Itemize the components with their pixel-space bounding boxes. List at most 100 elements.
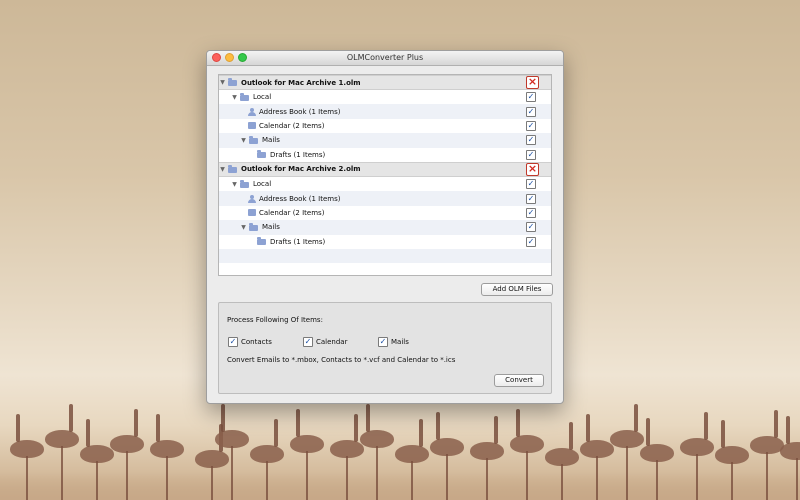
flamingo-neck <box>419 419 423 447</box>
flamingo-leg <box>731 462 733 500</box>
archive-name: Outlook for Mac Archive 1.olm <box>241 78 361 87</box>
disclosure-triangle-icon[interactable]: ▼ <box>231 181 238 188</box>
mails-option[interactable]: ✓ Mails <box>378 337 409 347</box>
tree-row-label: Drafts (1 Items) <box>270 237 326 246</box>
mails-checkbox[interactable]: ✓ <box>378 337 388 347</box>
disclosure-triangle-icon[interactable]: ▼ <box>219 79 226 86</box>
flamingo-neck <box>221 404 225 432</box>
flamingo-leg <box>231 446 233 500</box>
flamingo-leg <box>61 446 63 500</box>
window-controls <box>212 53 247 62</box>
include-checkbox[interactable]: ✓ <box>526 236 536 247</box>
folder-icon <box>249 222 259 231</box>
flamingo-leg <box>526 451 528 500</box>
calendar-label: Calendar <box>316 338 348 346</box>
tree-row-label: Address Book (1 Items) <box>259 194 341 203</box>
flamingo-neck <box>86 419 90 447</box>
calendar-checkbox[interactable]: ✓ <box>303 337 313 347</box>
calendar-icon <box>248 209 256 217</box>
flamingo-leg <box>411 461 413 500</box>
flamingo-neck <box>16 414 20 442</box>
mails-label: Mails <box>391 338 409 346</box>
window-title: OLMConverter Plus <box>346 53 424 62</box>
tree-row-label: Drafts (1 Items) <box>270 150 326 159</box>
title-bar: OLMConverter Plus <box>207 51 563 66</box>
tree-row-calendar[interactable]: Calendar (2 Items) ✓ <box>219 206 551 220</box>
flamingo-leg <box>656 460 658 500</box>
folder-icon <box>228 164 238 173</box>
flamingo-neck <box>646 418 650 446</box>
archive-row[interactable]: ▼ Outlook for Mac Archive 2.olm × <box>219 161 551 177</box>
disclosure-triangle-icon[interactable]: ▼ <box>240 137 247 144</box>
flamingo-neck <box>494 416 498 444</box>
include-checkbox[interactable]: ✓ <box>526 92 536 103</box>
convert-button[interactable]: Convert <box>494 374 544 387</box>
flamingo-neck <box>354 414 358 442</box>
archive-row[interactable]: ▼ Outlook for Mac Archive 1.olm × <box>219 75 551 90</box>
flamingo-leg <box>561 464 563 500</box>
tree-row-mails[interactable]: ▼ Mails ✓ <box>219 133 551 148</box>
flamingo-leg <box>26 456 28 500</box>
tree-row-calendar[interactable]: Calendar (2 Items) ✓ <box>219 119 551 133</box>
disclosure-triangle-icon[interactable]: ▼ <box>219 166 226 173</box>
disclosure-triangle-icon[interactable]: ▼ <box>240 224 247 231</box>
flamingo-neck <box>436 412 440 440</box>
include-checkbox[interactable]: ✓ <box>526 179 536 190</box>
folder-icon <box>240 92 250 101</box>
calendar-icon <box>248 122 256 130</box>
folder-icon <box>257 150 267 159</box>
include-checkbox[interactable]: ✓ <box>526 120 536 131</box>
flamingo-leg <box>596 456 598 500</box>
tree-row-label: Local <box>253 93 272 102</box>
flamingo-neck <box>634 404 638 432</box>
contact-icon <box>248 107 256 116</box>
tree-row-label: Mails <box>262 136 280 145</box>
flamingo-neck <box>586 414 590 442</box>
flamingo-background <box>0 400 800 500</box>
flamingo-leg <box>166 456 168 500</box>
disclosure-triangle-icon[interactable]: ▼ <box>231 94 238 101</box>
archive-name: Outlook for Mac Archive 2.olm <box>241 165 361 174</box>
conversion-description: Convert Emails to *.mbox, Contacts to *.… <box>227 356 456 364</box>
include-checkbox[interactable]: ✓ <box>526 149 536 160</box>
tree-row-local[interactable]: ▼ Local ✓ <box>219 177 551 191</box>
flamingo-leg <box>266 461 268 500</box>
include-checkbox[interactable]: ✓ <box>526 207 536 218</box>
close-window-button[interactable] <box>212 53 221 62</box>
include-checkbox[interactable]: ✓ <box>526 222 536 233</box>
flamingo-neck <box>786 416 790 444</box>
add-olm-files-button[interactable]: Add OLM Files <box>481 283 553 296</box>
include-checkbox[interactable]: ✓ <box>526 193 536 204</box>
tree-row-label: Mails <box>262 223 280 232</box>
folder-icon <box>228 78 238 86</box>
flamingo-leg <box>126 451 128 500</box>
flamingo-neck <box>366 404 370 432</box>
zoom-window-button[interactable] <box>238 53 247 62</box>
remove-archive-button[interactable]: × <box>526 162 539 176</box>
remove-archive-button[interactable]: × <box>526 76 539 89</box>
flamingo-leg <box>306 451 308 500</box>
minimize-window-button[interactable] <box>225 53 234 62</box>
process-heading: Process Following Of Items: <box>227 316 323 324</box>
folder-icon <box>240 179 250 188</box>
flamingo-neck <box>156 414 160 442</box>
tree-row-label: Address Book (1 Items) <box>259 107 341 116</box>
tree-row-local[interactable]: ▼ Local ✓ <box>219 90 551 104</box>
contacts-option[interactable]: ✓ Contacts <box>228 337 272 347</box>
tree-row-address-book[interactable]: Address Book (1 Items) ✓ <box>219 191 551 206</box>
flamingo-neck <box>774 410 778 438</box>
archive-tree[interactable]: ▼ Outlook for Mac Archive 1.olm × ▼ Loca… <box>218 74 552 276</box>
tree-row-mails[interactable]: ▼ Mails ✓ <box>219 220 551 235</box>
include-checkbox[interactable]: ✓ <box>526 106 536 117</box>
process-options-panel: Process Following Of Items: ✓ Contacts ✓… <box>218 302 552 394</box>
app-window: OLMConverter Plus ▼ Outlook for Mac Arch… <box>206 50 564 404</box>
tree-row-label: Calendar (2 Items) <box>259 208 325 217</box>
flamingo-leg <box>626 446 628 500</box>
calendar-option[interactable]: ✓ Calendar <box>303 337 347 347</box>
tree-row-address-book[interactable]: Address Book (1 Items) ✓ <box>219 104 551 119</box>
flamingo-neck <box>704 412 708 440</box>
include-checkbox[interactable]: ✓ <box>526 135 536 146</box>
tree-row-drafts[interactable]: Drafts (1 Items) ✓ <box>219 148 551 162</box>
contacts-checkbox[interactable]: ✓ <box>228 337 238 347</box>
tree-row-drafts[interactable]: Drafts (1 Items) ✓ <box>219 235 551 249</box>
